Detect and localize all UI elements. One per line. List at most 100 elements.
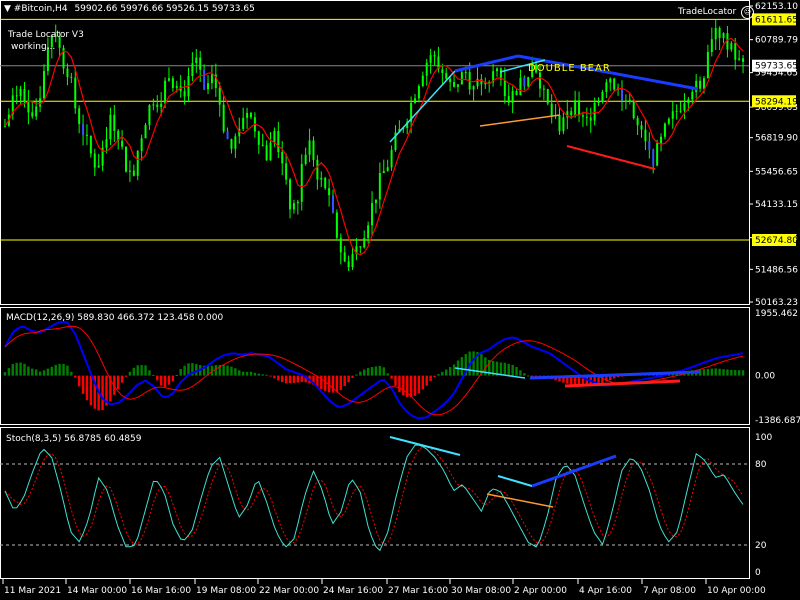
candle-body <box>546 89 549 104</box>
macd-histogram-bar <box>363 369 366 376</box>
candle-body <box>734 43 737 60</box>
candle-body <box>367 225 370 239</box>
candle-body <box>644 129 647 142</box>
macd-histogram-bar <box>714 368 717 376</box>
macd-histogram-bar <box>527 375 530 377</box>
candle-body <box>691 91 694 100</box>
macd-histogram-bar <box>741 370 745 376</box>
macd-histogram-bar <box>292 375 296 383</box>
macd-histogram-bar <box>429 375 432 381</box>
macd-histogram-bar <box>503 362 507 376</box>
candle-body <box>605 82 608 92</box>
macd-histogram-bar <box>472 351 475 376</box>
candle-body <box>23 88 26 102</box>
macd-histogram-bar <box>722 369 725 376</box>
candle-body <box>171 78 174 88</box>
macd-histogram-bar <box>70 371 73 376</box>
time-tick-label: 19 Mar 08:00 <box>196 586 256 596</box>
candle-body <box>663 123 666 137</box>
macd-label: MACD(12,26,9) 589.830 466.372 123.458 0.… <box>6 313 223 323</box>
candle-body <box>507 96 510 103</box>
candle-body <box>27 101 30 113</box>
macd-histogram-bar <box>62 363 65 376</box>
time-tick-label: 22 Mar 00:00 <box>259 586 319 596</box>
candle-body <box>230 139 233 149</box>
time-tick-label: 10 Apr 00:00 <box>707 586 766 596</box>
macd-histogram-bar <box>7 368 11 376</box>
macd-histogram-bar <box>382 367 385 376</box>
macd-histogram-bar <box>726 369 729 376</box>
macd-histogram-bar <box>183 365 186 376</box>
macd-histogram-bar <box>124 375 128 377</box>
macd-histogram-bar <box>710 368 714 376</box>
macd-histogram-bar <box>370 367 374 376</box>
candle-body <box>683 103 686 111</box>
macd-histogram-bar <box>140 365 143 376</box>
candle-body <box>390 150 393 168</box>
candle-body <box>706 52 709 79</box>
candle-body <box>714 28 717 40</box>
macd-histogram-bar <box>42 370 46 376</box>
macd-histogram-bar <box>448 367 452 376</box>
level-price-label: 58294.19 <box>755 97 798 107</box>
macd-histogram-bar <box>11 364 14 376</box>
macd-histogram-bar <box>89 375 93 406</box>
time-tick-label: 16 Mar 16:00 <box>131 586 191 596</box>
macd-histogram-bar <box>390 375 393 379</box>
candle-body <box>347 261 350 268</box>
candle-body <box>70 76 73 78</box>
macd-histogram-bar <box>515 367 518 376</box>
time-tick-label: 4 Apr 16:00 <box>579 586 632 596</box>
candle-body <box>742 58 745 62</box>
candle-body <box>702 78 705 89</box>
candle-body <box>624 100 627 102</box>
macd-histogram-bar <box>737 370 741 376</box>
candle-body <box>144 124 147 139</box>
price-panel[interactable] <box>0 18 749 272</box>
dropdown-arrow-icon[interactable]: ▼ <box>4 4 11 14</box>
price-tick-label: 54133.15 <box>755 200 798 210</box>
candle-body <box>632 99 635 119</box>
macd-line <box>4 320 744 420</box>
candle-body <box>417 85 420 99</box>
stoch-divergence-cyan <box>389 436 461 456</box>
candle-body <box>304 154 307 165</box>
candle-body <box>456 84 459 87</box>
candle-body <box>109 114 112 140</box>
macd-histogram-bar <box>296 375 300 383</box>
candle-body <box>542 88 545 90</box>
macd-histogram-bar <box>417 375 421 394</box>
macd-histogram-bar <box>148 370 151 376</box>
candle-body <box>656 143 659 166</box>
macd-histogram-bar <box>27 366 30 376</box>
candle-body <box>328 188 331 196</box>
macd-histogram-bar <box>499 362 503 376</box>
macd-panel[interactable]: MACD(12,26,9) 589.830 466.372 123.458 0.… <box>3 313 745 420</box>
macd-histogram-bar <box>706 368 710 376</box>
macd-histogram-bar <box>374 366 378 376</box>
candle-body <box>374 199 377 204</box>
macd-histogram-bar <box>284 375 288 384</box>
macd-histogram-bar <box>437 374 440 376</box>
macd-histogram-bar <box>347 375 350 383</box>
macd-histogram-bar <box>378 366 382 376</box>
stoch-divergence-orange <box>486 493 554 508</box>
stoch-tick-label: 100 <box>755 433 772 443</box>
chart-canvas[interactable]: MACD(12,26,9) 589.830 466.372 123.458 0.… <box>0 0 800 600</box>
candle-body <box>609 78 612 83</box>
price-tick-label: 55456.65 <box>755 167 798 177</box>
panel-frames <box>0 0 750 579</box>
candle-body <box>156 104 159 107</box>
stoch-panel[interactable]: Stoch(8,3,5) 56.8785 60.4859 <box>0 434 749 552</box>
macd-histogram-bar <box>50 366 54 376</box>
macd-histogram-bar <box>77 375 81 387</box>
candle-body <box>199 57 202 70</box>
candle-body <box>687 99 690 104</box>
macd-histogram-bar <box>81 375 85 394</box>
candle-body <box>429 55 432 63</box>
candle-body <box>562 117 565 132</box>
macd-histogram-bar <box>718 368 721 376</box>
axes: 62153.1060789.7959454.6558059.6356819.90… <box>2 2 800 596</box>
candle-body <box>613 78 616 90</box>
candle-body <box>585 116 588 118</box>
